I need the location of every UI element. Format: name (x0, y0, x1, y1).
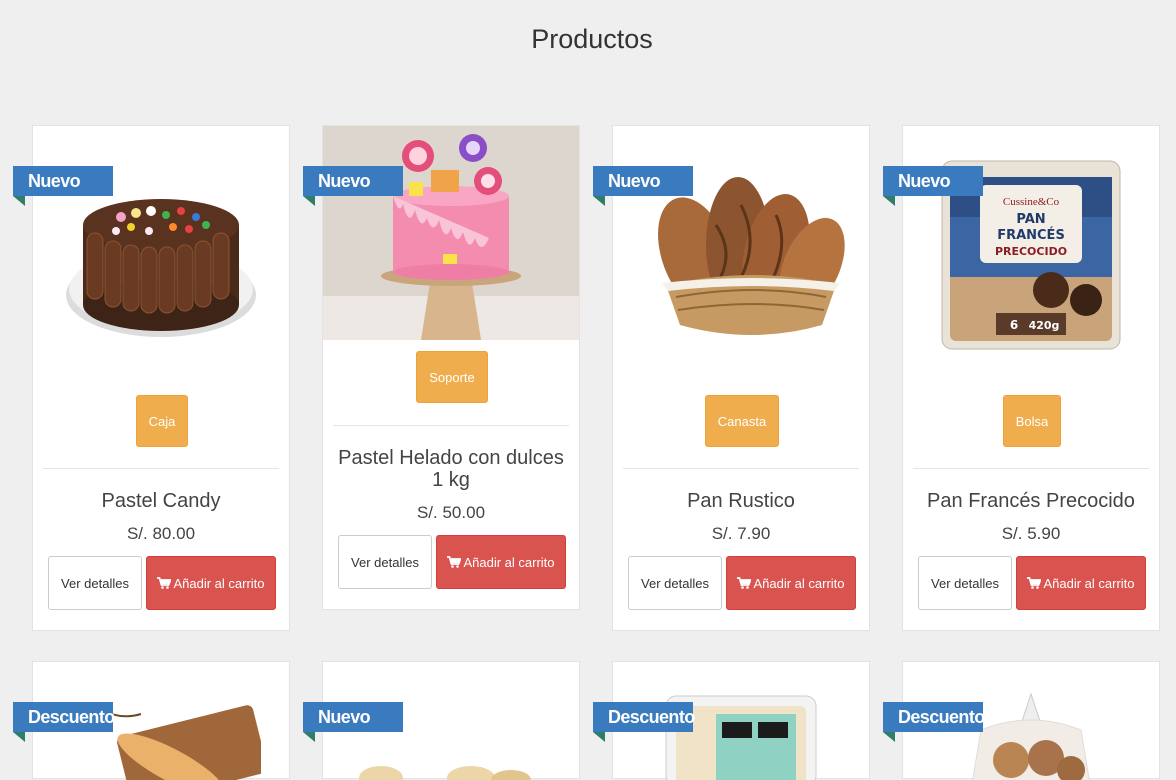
product-name: Pastel Helado con dulces 1 kg (338, 447, 564, 491)
product-card: Nuevo (13, 125, 290, 631)
view-details-button[interactable]: Ver detalles (628, 556, 722, 610)
divider (333, 425, 569, 426)
view-details-button[interactable]: Ver detalles (48, 556, 142, 610)
page-title: Productos (531, 24, 653, 54)
view-details-button[interactable]: Ver detalles (338, 535, 432, 589)
new-ribbon: Nuevo (13, 166, 113, 206)
add-to-cart-button[interactable]: Añadir al carrito (146, 556, 276, 610)
add-to-cart-label: Añadir al carrito (753, 575, 845, 591)
product-card: Descuento (883, 661, 1160, 780)
bag-weight-text: 420g (1029, 319, 1060, 332)
product-card: Nuevo (303, 661, 580, 780)
packaging-button[interactable]: Bolsa (1003, 395, 1061, 447)
product-price: S/. 7.90 (711, 524, 771, 543)
cart-icon (1027, 577, 1042, 589)
add-to-cart-button[interactable]: Añadir al carrito (436, 535, 566, 589)
bag-title-line1: PAN (1016, 212, 1045, 227)
product-card: Nuevo Cussine&Co PAN FRANCÉS PRECOCIDO 6… (883, 125, 1160, 631)
product-card: Descuento (593, 661, 870, 780)
packaging-button[interactable]: Canasta (705, 395, 779, 447)
bag-brand-text: Cussine&Co (1003, 196, 1060, 208)
new-ribbon: Nuevo (303, 702, 403, 742)
product-name: Pan Rustico (687, 490, 795, 512)
add-to-cart-label: Añadir al carrito (463, 554, 555, 570)
product-price: S/. 5.90 (1001, 524, 1061, 543)
product-image[interactable] (33, 126, 289, 384)
new-ribbon: Nuevo (303, 166, 403, 206)
pink-drip-cake-image (323, 126, 579, 340)
product-card: Nuevo Canasta Pan Rustico S/. 7.90 Ver d… (593, 125, 870, 631)
packaging-button[interactable]: Soporte (416, 351, 488, 403)
divider (913, 468, 1149, 469)
bag-title-line2: FRANCÉS (997, 227, 1065, 243)
product-card: Nuevo Soporte Pastel Helado con dulces 1… (303, 125, 580, 610)
product-price: S/. 80.00 (126, 524, 196, 543)
bag-units-text: 6 (1010, 318, 1018, 332)
discount-ribbon: Descuento (593, 702, 695, 742)
packaging-button[interactable]: Caja (136, 395, 188, 447)
product-image[interactable] (323, 126, 579, 340)
add-to-cart-label: Añadir al carrito (173, 575, 265, 591)
view-details-button[interactable]: Ver detalles (918, 556, 1012, 610)
add-to-cart-label: Añadir al carrito (1043, 575, 1135, 591)
add-to-cart-button[interactable]: Añadir al carrito (726, 556, 856, 610)
product-price: S/. 50.00 (416, 503, 486, 522)
cart-icon (737, 577, 752, 589)
product-card: Descuento (13, 661, 290, 780)
new-ribbon: Nuevo (593, 166, 693, 206)
bag-title-line3: PRECOCIDO (995, 245, 1067, 258)
bread-rolls-image (359, 766, 531, 780)
divider (623, 468, 859, 469)
product-image[interactable] (613, 126, 869, 384)
product-name: Pastel Candy (101, 490, 221, 512)
new-ribbon: Nuevo (883, 166, 983, 206)
discount-ribbon: Descuento (13, 702, 115, 742)
discount-ribbon: Descuento (883, 702, 985, 742)
product-name: Pan Francés Precocido (927, 490, 1135, 512)
add-to-cart-button[interactable]: Añadir al carrito (1016, 556, 1146, 610)
cart-icon (447, 556, 462, 568)
cart-icon (157, 577, 172, 589)
product-image[interactable]: Cussine&Co PAN FRANCÉS PRECOCIDO 6 420g (903, 126, 1159, 384)
divider (43, 468, 279, 469)
